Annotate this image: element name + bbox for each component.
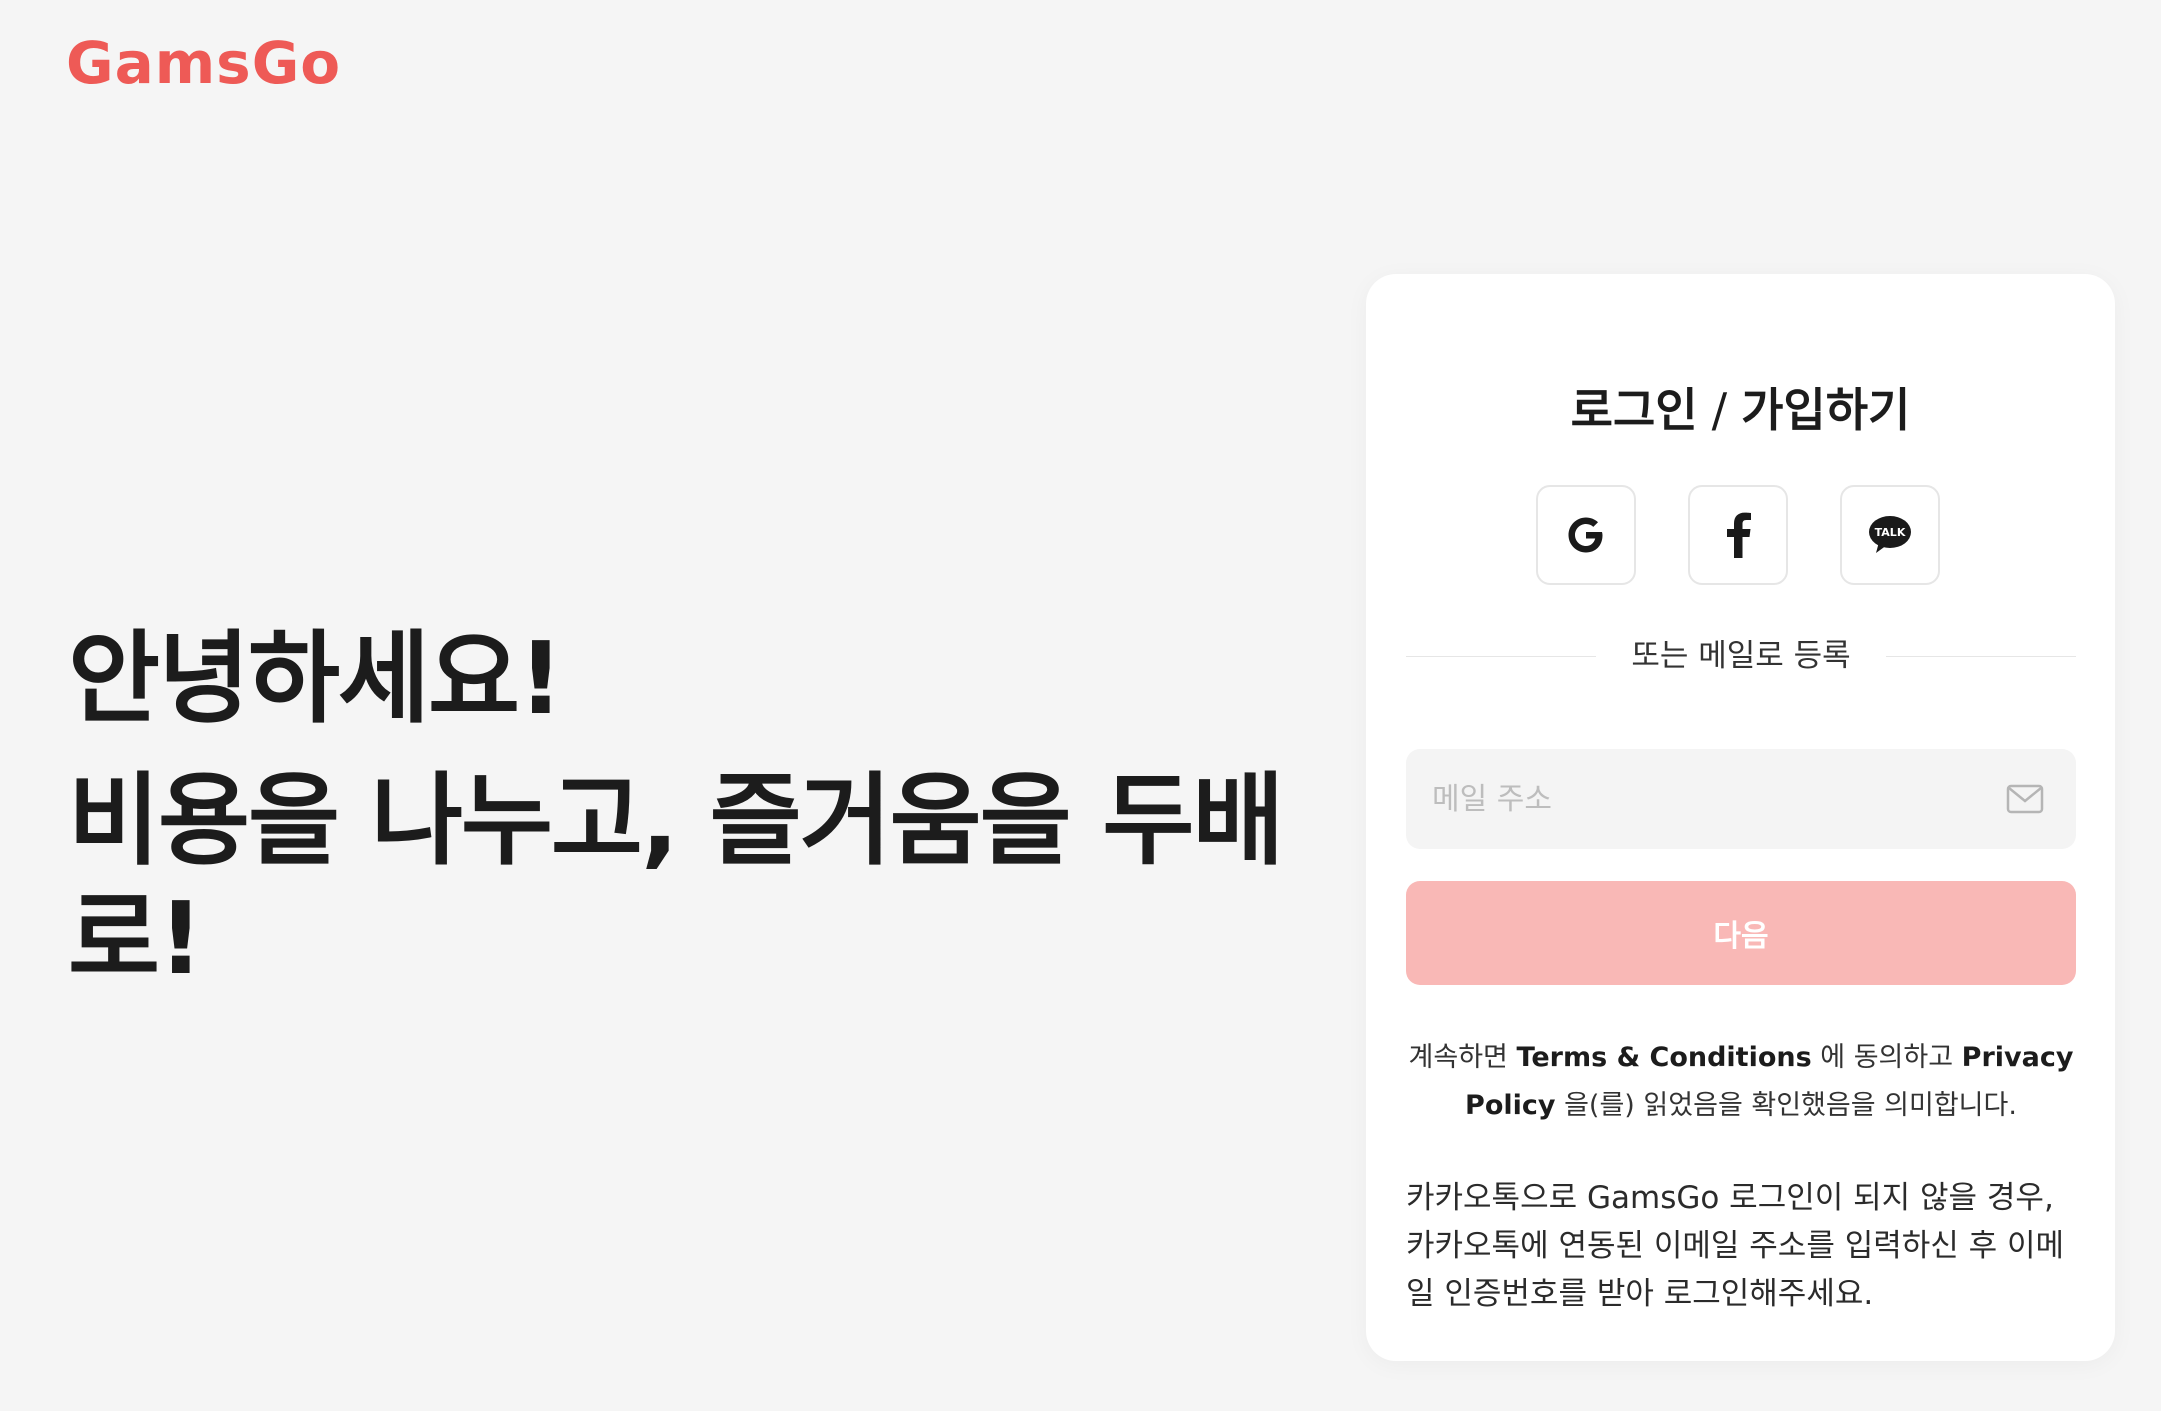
- kakao-login-button[interactable]: TALK: [1840, 485, 1940, 585]
- card-title: 로그인 / 가입하기: [1366, 374, 2115, 440]
- title-signup: 가입하기: [1741, 383, 1911, 437]
- facebook-login-button[interactable]: [1688, 485, 1788, 585]
- next-button[interactable]: 다음: [1406, 881, 2076, 985]
- mail-icon: [2006, 784, 2044, 814]
- email-divider: 또는 메일로 등록: [1406, 636, 2076, 676]
- divider-text: 또는 메일로 등록: [1631, 638, 1851, 674]
- google-icon: [1568, 517, 1603, 553]
- title-login: 로그인: [1570, 383, 1698, 437]
- terms-prefix: 계속하면: [1408, 1042, 1508, 1073]
- gamsgo-logo[interactable]: GamsGo: [66, 34, 341, 92]
- social-login-row: TALK: [1536, 485, 1946, 589]
- google-login-button[interactable]: [1536, 485, 1636, 585]
- terms-notice: 계속하면 Terms & Conditions 에 동의하고 Privacy P…: [1406, 1034, 2076, 1130]
- facebook-icon: [1727, 512, 1751, 558]
- login-card: 로그인 / 가입하기 TALK 또는 메일로 등록 메일 주소 다음 계속하면 …: [1366, 274, 2115, 1361]
- terms-suffix: 을(를) 읽었음을 확인했음을 의미합니다.: [1564, 1090, 2017, 1121]
- kakao-login-note: 카카오톡으로 GamsGo 로그인이 되지 않을 경우, 카카오톡에 연동된 이…: [1406, 1180, 2065, 1312]
- hero-section: 안녕하세요! 비용을 나누고, 즐거움을 두배로!: [68, 620, 1298, 998]
- login-page: GamsGo 안녕하세요! 비용을 나누고, 즐거움을 두배로! 로그인 / 가입하…: [0, 0, 2161, 1411]
- title-separator: /: [1711, 383, 1728, 437]
- terms-middle: 에 동의하고: [1820, 1042, 1954, 1073]
- hero-tagline: 비용을 나누고, 즐거움을 두배로!: [68, 762, 1284, 997]
- kakao-talk-icon: TALK: [1869, 516, 1911, 553]
- terms-conditions-link[interactable]: Terms & Conditions: [1517, 1042, 1812, 1073]
- email-input[interactable]: [1406, 749, 2076, 849]
- hero-greeting: 안녕하세요!: [68, 620, 564, 737]
- svg-text:TALK: TALK: [1875, 526, 1906, 539]
